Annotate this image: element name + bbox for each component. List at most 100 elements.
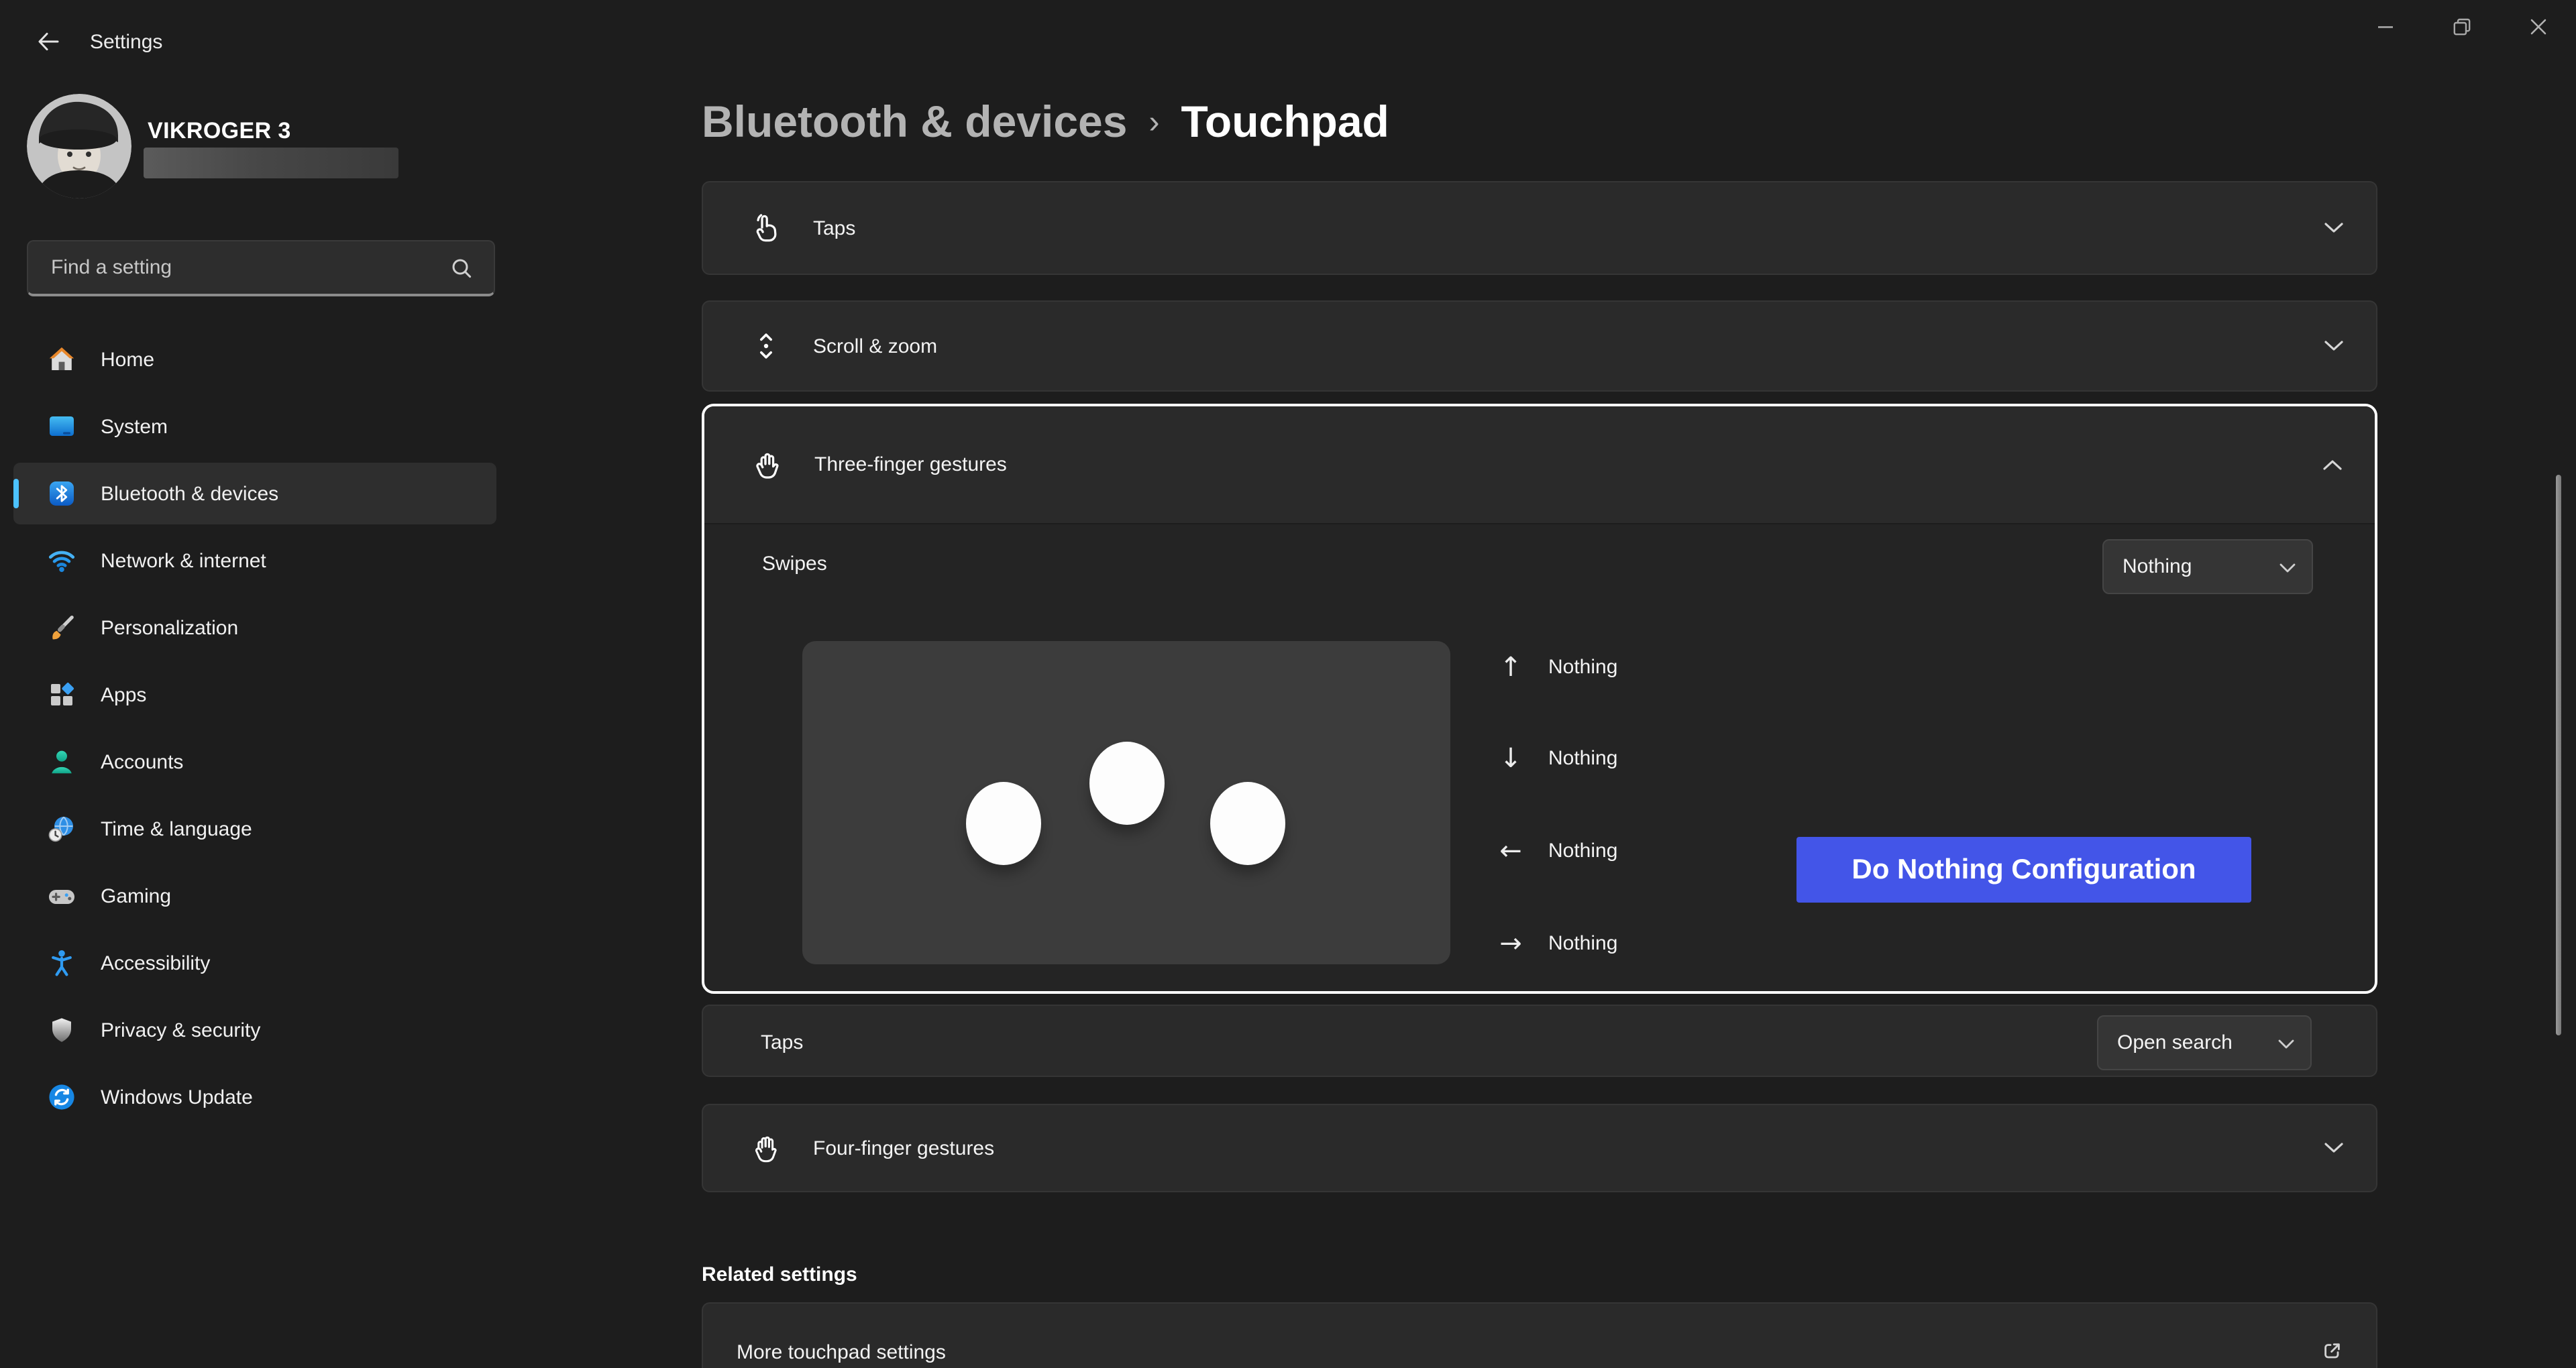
- minimize-icon: [2374, 16, 2396, 38]
- arrow-right-icon: →: [1483, 927, 1539, 959]
- back-button[interactable]: [30, 24, 67, 59]
- three-finger-hand-icon: [750, 447, 785, 482]
- swipe-down-row: ↓ Nothing: [1483, 735, 1831, 781]
- privacy-shield-icon: [47, 1015, 76, 1045]
- more-touchpad-settings-link[interactable]: More touchpad settings: [702, 1302, 2377, 1368]
- titlebar: Settings: [0, 0, 2576, 59]
- swipes-dropdown-value: Nothing: [2123, 555, 2255, 578]
- swipe-up-value: Nothing: [1548, 655, 1617, 678]
- sidebar-item-privacy-security[interactable]: Privacy & security: [13, 999, 496, 1061]
- sidebar-item-apps[interactable]: Apps: [13, 664, 496, 726]
- scroll-zoom-icon: [749, 329, 784, 363]
- arrow-down-icon: ↓: [1483, 742, 1539, 774]
- close-icon: [2527, 16, 2548, 38]
- search-placeholder: Find a setting: [51, 256, 449, 279]
- touchpad-illustration: [802, 641, 1450, 964]
- windows-update-icon: [47, 1082, 76, 1112]
- user-info-redacted: [144, 148, 398, 178]
- sidebar-item-personalization[interactable]: Personalization: [13, 597, 496, 659]
- chevron-down-icon: [2324, 340, 2344, 352]
- four-finger-gestures-expander[interactable]: Four-finger gestures: [702, 1104, 2377, 1192]
- sidebar-item-label: Apps: [101, 683, 146, 706]
- sidebar-nav: Home System Bluetooth & devic: [0, 329, 510, 1133]
- sidebar-item-label: Personalization: [101, 616, 238, 639]
- scroll-zoom-expander[interactable]: Scroll & zoom: [702, 300, 2377, 392]
- search-input[interactable]: Find a setting: [27, 240, 495, 296]
- finger-dot-left: [966, 782, 1041, 865]
- sidebar-item-network-internet[interactable]: Network & internet: [13, 530, 496, 591]
- three-finger-taps-row: Taps Open search: [702, 1005, 2377, 1077]
- expander-label: Scroll & zoom: [813, 335, 937, 357]
- arrow-left-icon: ←: [1483, 834, 1539, 866]
- breadcrumb-separator: ›: [1148, 105, 1159, 142]
- tap-gesture-icon: [749, 211, 784, 245]
- external-link-icon: [2320, 1338, 2344, 1363]
- chevron-down-icon: [2324, 222, 2344, 234]
- accessibility-icon: [47, 948, 76, 978]
- expander-label: Four-finger gestures: [813, 1137, 994, 1159]
- maximize-restore-button[interactable]: [2423, 0, 2500, 54]
- sidebar-item-label: Accessibility: [101, 952, 210, 974]
- sidebar-item-bluetooth-devices[interactable]: Bluetooth & devices: [13, 463, 496, 524]
- time-language-icon: [47, 814, 76, 844]
- user-name: VIKROGER 3: [148, 118, 291, 145]
- swipe-left-value: Nothing: [1548, 839, 1617, 862]
- sidebar-item-accessibility[interactable]: Accessibility: [13, 932, 496, 994]
- bluetooth-icon: [47, 479, 76, 508]
- accounts-icon: [47, 747, 76, 777]
- taps-dropdown-value: Open search: [2117, 1031, 2254, 1054]
- sidebar-item-label: Accounts: [101, 750, 183, 773]
- sidebar-item-label: Windows Update: [101, 1086, 253, 1108]
- sidebar-item-label: Bluetooth & devices: [101, 482, 278, 505]
- three-finger-gestures-header[interactable]: Three-finger gestures: [704, 406, 2375, 524]
- sidebar-item-label: Privacy & security: [101, 1019, 260, 1041]
- sidebar-item-label: Network & internet: [101, 549, 266, 572]
- page-title: Touchpad: [1181, 97, 1389, 148]
- three-finger-gestures-expander: Three-finger gestures Swipes Nothing ↑ N…: [702, 404, 2377, 994]
- expander-label: Three-finger gestures: [814, 453, 1007, 476]
- search-icon: [449, 255, 474, 280]
- taps-dropdown[interactable]: Open search: [2097, 1015, 2312, 1070]
- sidebar-item-gaming[interactable]: Gaming: [13, 865, 496, 927]
- apps-icon: [47, 680, 76, 709]
- finger-dot-middle: [1089, 742, 1165, 825]
- chevron-down-icon: [2278, 1039, 2294, 1049]
- expander-label: Taps: [813, 217, 855, 239]
- app-title: Settings: [90, 31, 162, 54]
- taps-setting-label: Taps: [761, 1031, 803, 1054]
- close-button[interactable]: [2500, 0, 2576, 54]
- swipe-right-row: → Nothing: [1483, 920, 1831, 966]
- avatar[interactable]: [27, 94, 131, 198]
- chevron-down-icon: [2279, 563, 2296, 573]
- network-wifi-icon: [47, 546, 76, 575]
- sidebar-item-label: Gaming: [101, 885, 171, 907]
- settings-window: Settings: [0, 0, 2576, 1368]
- swipe-up-row: ↑ Nothing: [1483, 644, 1831, 689]
- sidebar-item-home[interactable]: Home: [13, 329, 496, 390]
- related-settings-heading: Related settings: [702, 1263, 857, 1286]
- sidebar-item-system[interactable]: System: [13, 396, 496, 457]
- swipe-right-value: Nothing: [1548, 931, 1617, 954]
- four-finger-hand-icon: [749, 1131, 784, 1165]
- finger-dot-right: [1210, 782, 1285, 865]
- minimize-button[interactable]: [2347, 0, 2423, 54]
- sidebar-item-windows-update[interactable]: Windows Update: [13, 1066, 496, 1128]
- sidebar-item-accounts[interactable]: Accounts: [13, 731, 496, 793]
- home-icon: [47, 345, 76, 374]
- sidebar-item-label: Home: [101, 348, 154, 371]
- chevron-up-icon: [2322, 459, 2343, 471]
- scrollbar-thumb[interactable]: [2556, 475, 2561, 1035]
- back-arrow-icon: [35, 28, 62, 55]
- arrow-up-icon: ↑: [1483, 650, 1539, 683]
- sidebar-item-label: System: [101, 415, 168, 438]
- breadcrumb: Bluetooth & devices › Touchpad: [702, 97, 1389, 148]
- swipes-dropdown[interactable]: Nothing: [2102, 539, 2313, 594]
- do-nothing-configuration-button[interactable]: Do Nothing Configuration: [1796, 837, 2251, 903]
- sidebar-item-time-language[interactable]: Time & language: [13, 798, 496, 860]
- personalization-icon: [47, 613, 76, 642]
- sidebar-item-label: Time & language: [101, 817, 252, 840]
- window-controls: [2347, 0, 2576, 54]
- taps-expander[interactable]: Taps: [702, 181, 2377, 275]
- breadcrumb-parent[interactable]: Bluetooth & devices: [702, 97, 1127, 148]
- restore-icon: [2451, 16, 2472, 38]
